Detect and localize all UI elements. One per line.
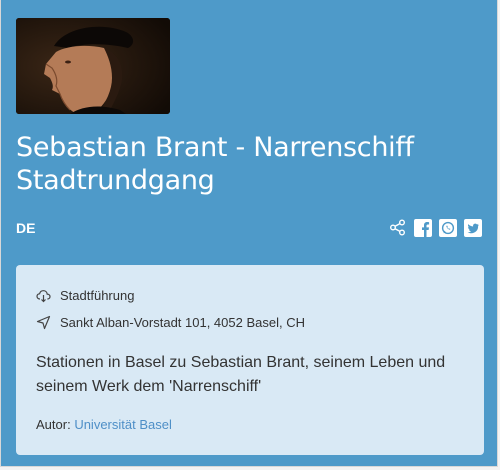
share-bar bbox=[388, 218, 482, 237]
author-link[interactable]: Universität Basel bbox=[74, 417, 172, 432]
language-code[interactable]: DE bbox=[16, 220, 35, 236]
category-row: Stadtführung bbox=[36, 287, 134, 303]
navigation-arrow-icon bbox=[36, 314, 52, 330]
portrait-image bbox=[16, 18, 170, 114]
share-icon[interactable] bbox=[388, 218, 407, 237]
cloud-icon bbox=[36, 287, 52, 303]
info-panel: Stadtführung Sankt Alban-Vorstadt 101, 4… bbox=[16, 265, 484, 455]
address-row: Sankt Alban-Vorstadt 101, 4052 Basel, CH bbox=[36, 314, 305, 330]
tour-description: Stationen in Basel zu Sebastian Brant, s… bbox=[36, 354, 446, 395]
tour-card: Sebastian Brant - Narrenschiff Stadtrund… bbox=[0, 0, 498, 467]
address-label: Sankt Alban-Vorstadt 101, 4052 Basel, CH bbox=[60, 314, 305, 330]
twitter-icon[interactable] bbox=[463, 218, 482, 237]
whatsapp-icon[interactable] bbox=[438, 218, 457, 237]
category-label: Stadtführung bbox=[60, 287, 135, 303]
facebook-icon[interactable] bbox=[413, 218, 432, 237]
author-line: Autor: Universität Basel bbox=[36, 417, 172, 432]
tour-title: Sebastian Brant - Narrenschiff Stadtrund… bbox=[16, 132, 414, 196]
author-label: Autor: bbox=[36, 417, 71, 432]
